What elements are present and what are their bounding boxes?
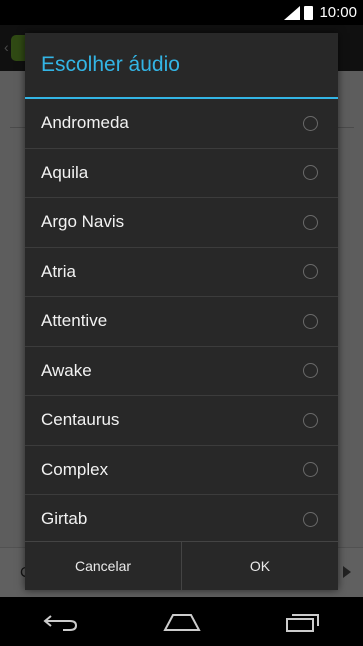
back-icon (42, 614, 77, 631)
audio-option[interactable]: Complex (25, 446, 338, 495)
radio-button[interactable] (303, 214, 318, 230)
status-time: 10:00 (319, 4, 357, 21)
radio-button[interactable] (303, 165, 318, 181)
navigation-bar (0, 597, 363, 646)
audio-option-label: Centaurus (41, 410, 120, 430)
audio-option[interactable]: Argo Navis (25, 198, 338, 248)
home-button[interactable] (152, 602, 212, 642)
choose-audio-dialog: Escolher áudio Andromeda Aquila Argo Nav… (25, 33, 338, 590)
audio-option-label: Andromeda (41, 113, 129, 133)
cancel-button[interactable]: Cancelar (25, 542, 181, 590)
audio-option[interactable]: Andromeda (25, 99, 338, 149)
dialog-buttons: Cancelar OK (25, 541, 338, 590)
radio-button[interactable] (303, 313, 318, 329)
dialog-title: Escolher áudio (25, 33, 338, 99)
battery-icon (304, 5, 314, 20)
signal-icon (284, 5, 301, 20)
audio-option[interactable]: Aquila (25, 149, 338, 198)
radio-button[interactable] (303, 363, 318, 379)
recents-button[interactable] (273, 602, 333, 642)
audio-option-label: Awake (41, 360, 92, 380)
audio-option-label: Atria (41, 261, 76, 281)
audio-option[interactable]: Centaurus (25, 396, 338, 446)
ok-button[interactable]: OK (181, 542, 338, 590)
radio-button[interactable] (303, 115, 318, 131)
audio-option-label: Aquila (41, 162, 89, 182)
audio-option[interactable]: Awake (25, 347, 338, 396)
audio-options-list[interactable]: Andromeda Aquila Argo Navis Atria Attent… (25, 99, 338, 540)
status-bar: 10:00 (0, 0, 363, 25)
radio-button[interactable] (303, 264, 318, 280)
radio-button[interactable] (303, 511, 318, 527)
home-icon (162, 613, 201, 631)
audio-option-label: Attentive (41, 311, 108, 331)
radio-button[interactable] (303, 462, 318, 478)
audio-option[interactable]: Girtab (25, 495, 338, 540)
radio-button[interactable] (303, 412, 318, 428)
audio-option-label: Girtab (41, 509, 88, 529)
audio-option-label: Complex (41, 459, 109, 479)
back-button[interactable] (31, 602, 91, 642)
audio-option-label: Argo Navis (41, 212, 125, 232)
audio-option[interactable]: Atria (25, 248, 338, 297)
audio-option[interactable]: Attentive (25, 297, 338, 347)
recents-icon (285, 613, 319, 632)
